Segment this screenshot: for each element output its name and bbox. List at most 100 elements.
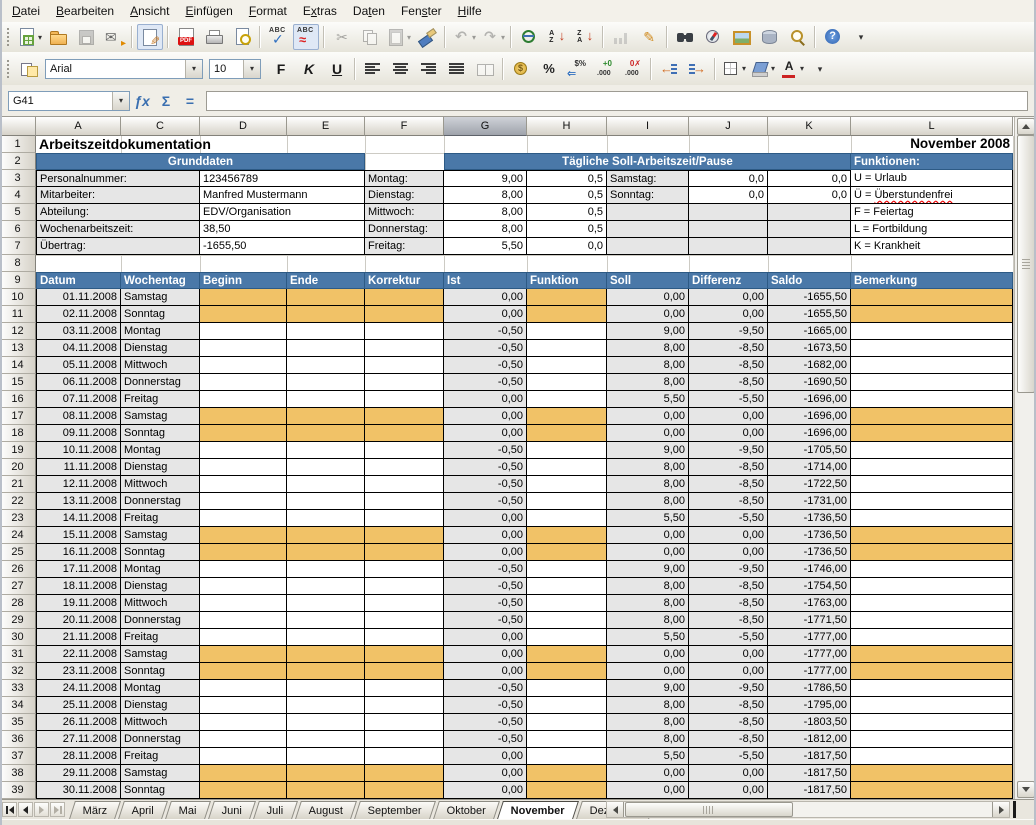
cell-J33[interactable]: -9,50: [689, 680, 768, 697]
sum-button[interactable]: [154, 91, 178, 111]
cell-H39[interactable]: [527, 782, 607, 799]
cell-H23[interactable]: [527, 510, 607, 527]
cell-A35[interactable]: 26.11.2008: [36, 714, 121, 731]
cell-L35[interactable]: [851, 714, 1013, 731]
decrease-indent-button[interactable]: [656, 56, 682, 82]
column-header-A[interactable]: A: [36, 117, 121, 136]
cell-F22[interactable]: [365, 493, 444, 510]
cell-H22[interactable]: [527, 493, 607, 510]
cell-K13[interactable]: -1673,50: [768, 340, 851, 357]
row-header-2[interactable]: 2: [0, 153, 36, 170]
empty-I7[interactable]: [607, 238, 689, 255]
cell-E17[interactable]: [287, 408, 365, 425]
cell-A31[interactable]: 22.11.2008: [36, 646, 121, 663]
cell-C25[interactable]: Sonntag: [121, 544, 200, 561]
scroll-up-button[interactable]: [1017, 118, 1035, 135]
cell-I33[interactable]: 9,00: [607, 680, 689, 697]
cell-A34[interactable]: 25.11.2008: [36, 697, 121, 714]
cell-F26[interactable]: [365, 561, 444, 578]
soll-day-label-7[interactable]: Freitag:: [365, 238, 444, 255]
cell-E38[interactable]: [287, 765, 365, 782]
formula-input[interactable]: [206, 91, 1028, 111]
cell-E29[interactable]: [287, 612, 365, 629]
soll-day-label-5[interactable]: Mittwoch:: [365, 204, 444, 221]
font-name-combo[interactable]: Arial ▾: [45, 59, 203, 79]
cell-G35[interactable]: -0,50: [444, 714, 527, 731]
cell-C39[interactable]: Sonntag: [121, 782, 200, 799]
name-box[interactable]: G41 ▾: [8, 91, 130, 111]
print-file-button[interactable]: [201, 24, 227, 50]
cell-K39[interactable]: -1817,50: [768, 782, 851, 799]
cell-J12[interactable]: -9,50: [689, 323, 768, 340]
scroll-right-button[interactable]: [992, 802, 1009, 817]
formula-button[interactable]: [178, 91, 202, 111]
undo-button[interactable]: ▾: [450, 24, 477, 50]
cell-F18[interactable]: [365, 425, 444, 442]
table-header-funktion[interactable]: Funktion: [527, 272, 607, 289]
menu-item-bearbeiten[interactable]: Bearbeiten: [48, 2, 122, 20]
cell-J21[interactable]: -8,50: [689, 476, 768, 493]
horizontal-scrollbar[interactable]: [606, 801, 1010, 818]
pause-hours-7[interactable]: 0,0: [527, 238, 607, 255]
row-header-10[interactable]: 10: [0, 289, 36, 306]
grunddaten-label-5[interactable]: Abteilung:: [36, 204, 200, 221]
cell-J11[interactable]: 0,00: [689, 306, 768, 323]
cell-D21[interactable]: [200, 476, 287, 493]
cell-I12[interactable]: 9,00: [607, 323, 689, 340]
cell-F16[interactable]: [365, 391, 444, 408]
cell-A16[interactable]: 07.11.2008: [36, 391, 121, 408]
row-header-38[interactable]: 38: [0, 765, 36, 782]
row-header-30[interactable]: 30: [0, 629, 36, 646]
font-name-dropdown-icon[interactable]: ▾: [185, 60, 202, 78]
grid-corner[interactable]: [0, 117, 36, 136]
cell-D28[interactable]: [200, 595, 287, 612]
soll-arbeitszeit-header[interactable]: Tägliche Soll-Arbeitszeit/Pause: [444, 153, 851, 170]
borders-button[interactable]: ▾: [720, 56, 747, 82]
cell-E18[interactable]: [287, 425, 365, 442]
period-cell[interactable]: November 2008: [851, 136, 1013, 153]
cell-A30[interactable]: 21.11.2008: [36, 629, 121, 646]
column-header-H[interactable]: H: [527, 117, 607, 136]
merge-cells-button[interactable]: [472, 56, 498, 82]
empty-K7[interactable]: [768, 238, 851, 255]
cell-H26[interactable]: [527, 561, 607, 578]
cell-I19[interactable]: 9,00: [607, 442, 689, 459]
vertical-scrollbar[interactable]: [1014, 117, 1036, 799]
soll-hours-6[interactable]: 8,00: [444, 221, 527, 238]
cell-J29[interactable]: -8,50: [689, 612, 768, 629]
page-preview-button[interactable]: [229, 24, 255, 50]
cell-E27[interactable]: [287, 578, 365, 595]
delete-decimal-place-button[interactable]: [620, 56, 646, 82]
cell-L28[interactable]: [851, 595, 1013, 612]
cell-G26[interactable]: -0,50: [444, 561, 527, 578]
table-header-datum[interactable]: Datum: [36, 272, 121, 289]
sheet-tab-september[interactable]: September: [354, 801, 436, 819]
cell-C35[interactable]: Mittwoch: [121, 714, 200, 731]
background-color-dropdown-icon[interactable]: ▾: [771, 64, 775, 73]
row-header-5[interactable]: 5: [0, 204, 36, 221]
cell-F24[interactable]: [365, 527, 444, 544]
cell-D27[interactable]: [200, 578, 287, 595]
menu-item-extras[interactable]: Extras: [295, 2, 345, 20]
cell-H18[interactable]: [527, 425, 607, 442]
cell-K31[interactable]: -1777,00: [768, 646, 851, 663]
funktion-item-4[interactable]: Ü = Überstundenfrei: [851, 187, 1013, 204]
cell-I39[interactable]: 0,00: [607, 782, 689, 799]
align-right-button[interactable]: [416, 56, 442, 82]
funktion-item-6[interactable]: L = Fortbildung: [851, 221, 1013, 238]
menu-item-hilfe[interactable]: Hilfe: [450, 2, 490, 20]
row-header-15[interactable]: 15: [0, 374, 36, 391]
cell-H30[interactable]: [527, 629, 607, 646]
data-sources-button[interactable]: [756, 24, 782, 50]
paste-dropdown-icon[interactable]: ▾: [407, 33, 411, 42]
grunddaten-header[interactable]: Grunddaten: [36, 153, 365, 170]
cell-G16[interactable]: 0,00: [444, 391, 527, 408]
cell-D12[interactable]: [200, 323, 287, 340]
cell-K19[interactable]: -1705,50: [768, 442, 851, 459]
menu-item-format[interactable]: Format: [241, 2, 295, 20]
cell-C16[interactable]: Freitag: [121, 391, 200, 408]
cell-D14[interactable]: [200, 357, 287, 374]
weekend-v2-3[interactable]: 0,0: [768, 170, 851, 187]
cell-K21[interactable]: -1722,50: [768, 476, 851, 493]
cell-L22[interactable]: [851, 493, 1013, 510]
